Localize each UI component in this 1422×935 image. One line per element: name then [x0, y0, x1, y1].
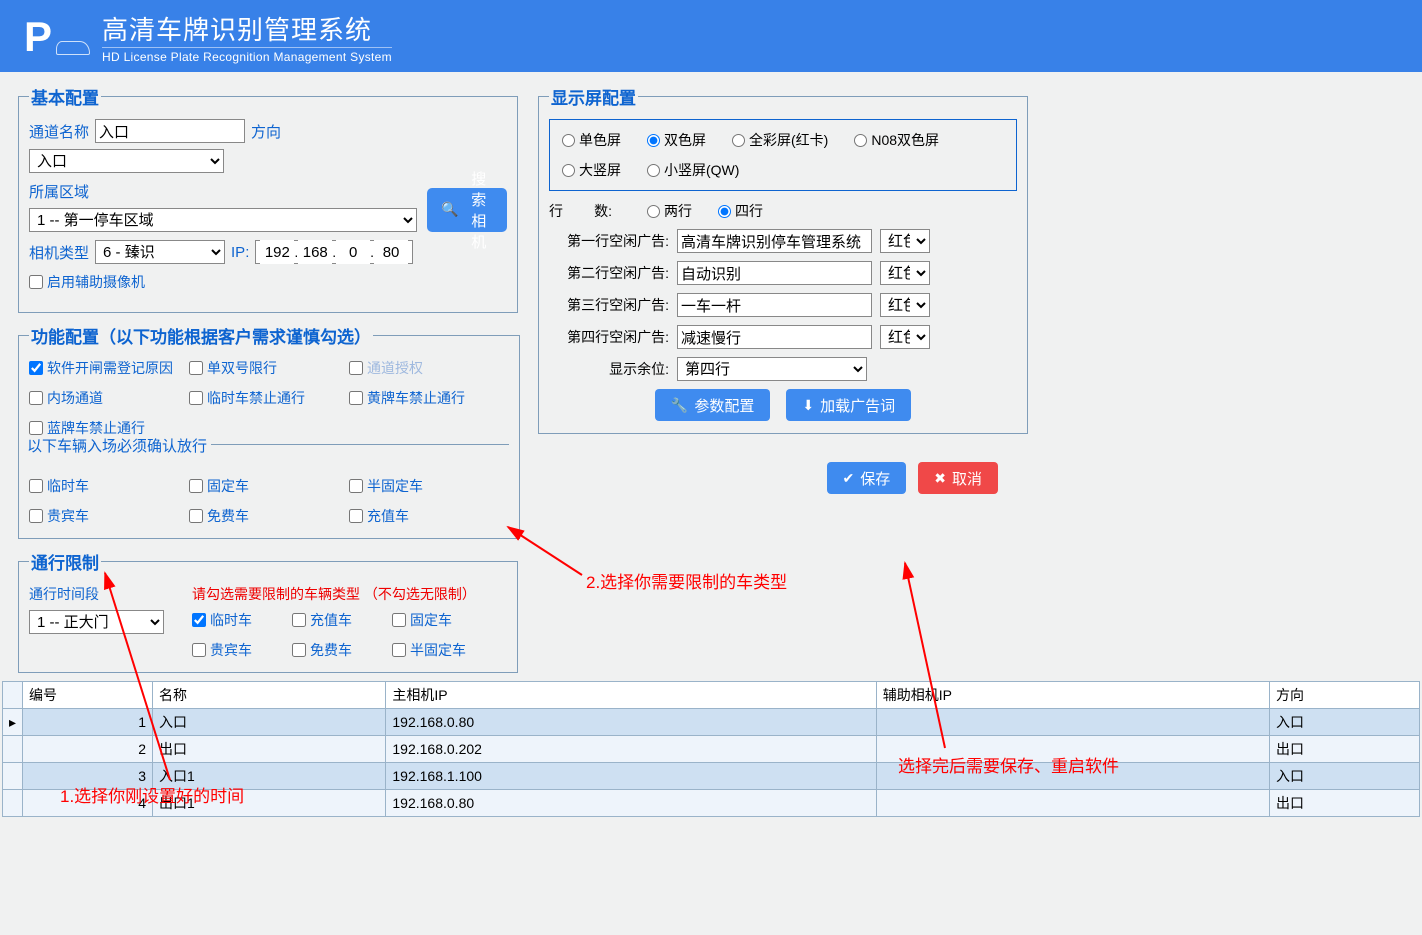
screen-type-1[interactable]: 双色屏	[647, 130, 706, 150]
ad1-input[interactable]	[677, 229, 872, 253]
restrict-hint: 请勾选需要限制的车辆类型 （不勾选无限制）	[192, 584, 507, 604]
ip-seg3[interactable]	[336, 240, 370, 264]
func-check-1[interactable]: 单双号限行	[189, 358, 349, 378]
confirm-check-5[interactable]: 充值车	[349, 506, 509, 526]
camera-type-select[interactable]: 6 - 臻识	[95, 240, 225, 264]
restrict-check-5[interactable]: 半固定车	[392, 640, 492, 660]
wrench-icon: 🔧	[671, 397, 688, 414]
col-ip[interactable]: 主相机IP	[386, 682, 876, 709]
search-icon: 🔍	[441, 201, 458, 218]
ad4-input[interactable]	[677, 325, 872, 349]
app-title-en: HD License Plate Recognition Management …	[102, 47, 392, 64]
table-row[interactable]: 2出口192.168.0.202出口	[3, 736, 1420, 763]
remaining-label: 显示余位:	[549, 359, 669, 379]
download-icon: ⬇	[802, 397, 814, 414]
screen-type-5[interactable]: 小竖屏(QW)	[647, 160, 739, 180]
ad4-label: 第四行空闲广告:	[549, 327, 669, 347]
ad3-input[interactable]	[677, 293, 872, 317]
aux-cam-check[interactable]: 启用辅助摄像机	[29, 272, 145, 292]
rows-opt-1[interactable]: 四行	[718, 201, 763, 221]
confirm-check-4[interactable]: 免费车	[189, 506, 349, 526]
confirm-sub-legend: 以下车辆入场必须确认放行	[23, 444, 509, 470]
save-button[interactable]: ✔ 保存	[827, 462, 907, 494]
restrict-config: 通行限制 通行时间段 1 -- 正大门 请勾选需要限制的车辆类型 （不勾选无限制…	[18, 549, 518, 673]
ip-label: IP:	[231, 244, 249, 261]
restrict-legend: 通行限制	[29, 549, 101, 574]
function-legend: 功能配置（以下功能根据客户需求谨慎勾选）	[29, 323, 373, 348]
confirm-check-3[interactable]: 贵宾车	[29, 506, 189, 526]
func-check-2[interactable]: 通道授权	[349, 358, 509, 378]
confirm-check-2[interactable]: 半固定车	[349, 476, 509, 496]
ad2-color[interactable]: 红色	[880, 261, 930, 285]
screen-type-2[interactable]: 全彩屏(红卡)	[732, 130, 828, 150]
direction-select[interactable]: 入口	[29, 149, 224, 173]
ad3-color[interactable]: 红色	[880, 293, 930, 317]
col-id[interactable]: 编号	[23, 682, 153, 709]
col-dir[interactable]: 方向	[1270, 682, 1420, 709]
function-config: 功能配置（以下功能根据客户需求谨慎勾选） 软件开闸需登记原因单双号限行通道授权内…	[18, 323, 520, 539]
ad2-input[interactable]	[677, 261, 872, 285]
screen-config: 显示屏配置 单色屏 双色屏 全彩屏(红卡) N08双色屏大竖屏 小竖屏(QW) 行 数:…	[538, 84, 1028, 434]
logo-letter: P	[24, 16, 52, 58]
app-header: P 高清车牌识别管理系统 HD License Plate Recognitio…	[0, 0, 1422, 72]
func-check-6[interactable]: 蓝牌车禁止通行	[29, 418, 189, 438]
func-check-3[interactable]: 内场通道	[29, 388, 189, 408]
col-aux[interactable]: 辅助相机IP	[876, 682, 1269, 709]
table-row[interactable]: 4出口1192.168.0.80出口	[3, 790, 1420, 817]
basic-config: 基本配置 通道名称 方向 入口 所属区域 1 -- 第一停车区域 相机类型	[18, 84, 518, 313]
screen-type-0[interactable]: 单色屏	[562, 130, 621, 150]
period-label: 通行时间段	[29, 584, 164, 604]
screen-type-4[interactable]: 大竖屏	[562, 160, 621, 180]
table-row[interactable]: 3入口1192.168.1.100入口	[3, 763, 1420, 790]
area-label: 所属区域	[29, 181, 89, 202]
ip-seg4[interactable]	[374, 240, 408, 264]
car-icon	[56, 41, 90, 55]
app-title-zh: 高清车牌识别管理系统	[102, 10, 392, 47]
screen-type-box: 单色屏 双色屏 全彩屏(红卡) N08双色屏大竖屏 小竖屏(QW)	[549, 119, 1017, 191]
channel-name-label: 通道名称	[29, 121, 89, 142]
restrict-check-0[interactable]: 临时车	[192, 610, 292, 630]
rows-label: 行 数:	[549, 201, 639, 221]
close-icon: ✖	[934, 470, 946, 487]
content: 基本配置 通道名称 方向 入口 所属区域 1 -- 第一停车区域 相机类型	[0, 72, 1422, 673]
logo: P	[24, 16, 90, 58]
channel-table: 编号 名称 主相机IP 辅助相机IP 方向 ▸1入口192.168.0.80入口…	[2, 681, 1420, 817]
direction-label: 方向	[251, 121, 281, 142]
restrict-check-1[interactable]: 充值车	[292, 610, 392, 630]
func-check-4[interactable]: 临时车禁止通行	[189, 388, 349, 408]
ad3-label: 第三行空闲广告:	[549, 295, 669, 315]
ad1-color[interactable]: 红色	[880, 229, 930, 253]
rows-opt-0[interactable]: 两行	[647, 201, 692, 221]
channel-name-input[interactable]	[95, 119, 245, 143]
cancel-button[interactable]: ✖ 取消	[918, 462, 998, 494]
area-select[interactable]: 1 -- 第一停车区域	[29, 208, 417, 232]
basic-legend: 基本配置	[29, 84, 101, 109]
param-config-button[interactable]: 🔧 参数配置	[655, 389, 770, 421]
confirm-check-0[interactable]: 临时车	[29, 476, 189, 496]
screen-type-3[interactable]: N08双色屏	[854, 130, 939, 150]
remaining-select[interactable]: 第四行	[677, 357, 867, 381]
ad1-label: 第一行空闲广告:	[549, 231, 669, 251]
ip-seg1[interactable]	[260, 240, 294, 264]
col-name[interactable]: 名称	[153, 682, 386, 709]
check-icon: ✔	[843, 470, 855, 487]
restrict-check-2[interactable]: 固定车	[392, 610, 492, 630]
ad2-label: 第二行空闲广告:	[549, 263, 669, 283]
search-camera-button[interactable]: 🔍 搜索相机	[427, 188, 507, 232]
ad4-color[interactable]: 红色	[880, 325, 930, 349]
camera-type-label: 相机类型	[29, 242, 89, 263]
confirm-check-1[interactable]: 固定车	[189, 476, 349, 496]
load-ads-button[interactable]: ⬇ 加载广告词	[786, 389, 911, 421]
restrict-check-4[interactable]: 免费车	[292, 640, 392, 660]
table-row[interactable]: ▸1入口192.168.0.80入口	[3, 709, 1420, 736]
screen-legend: 显示屏配置	[549, 84, 638, 109]
app-root: P 高清车牌识别管理系统 HD License Plate Recognitio…	[0, 0, 1422, 817]
ip-seg2[interactable]	[298, 240, 332, 264]
func-check-0[interactable]: 软件开闸需登记原因	[29, 358, 189, 378]
func-check-5[interactable]: 黄牌车禁止通行	[349, 388, 509, 408]
title-block: 高清车牌识别管理系统 HD License Plate Recognition …	[102, 10, 392, 64]
period-select[interactable]: 1 -- 正大门	[29, 610, 164, 634]
restrict-check-3[interactable]: 贵宾车	[192, 640, 292, 660]
